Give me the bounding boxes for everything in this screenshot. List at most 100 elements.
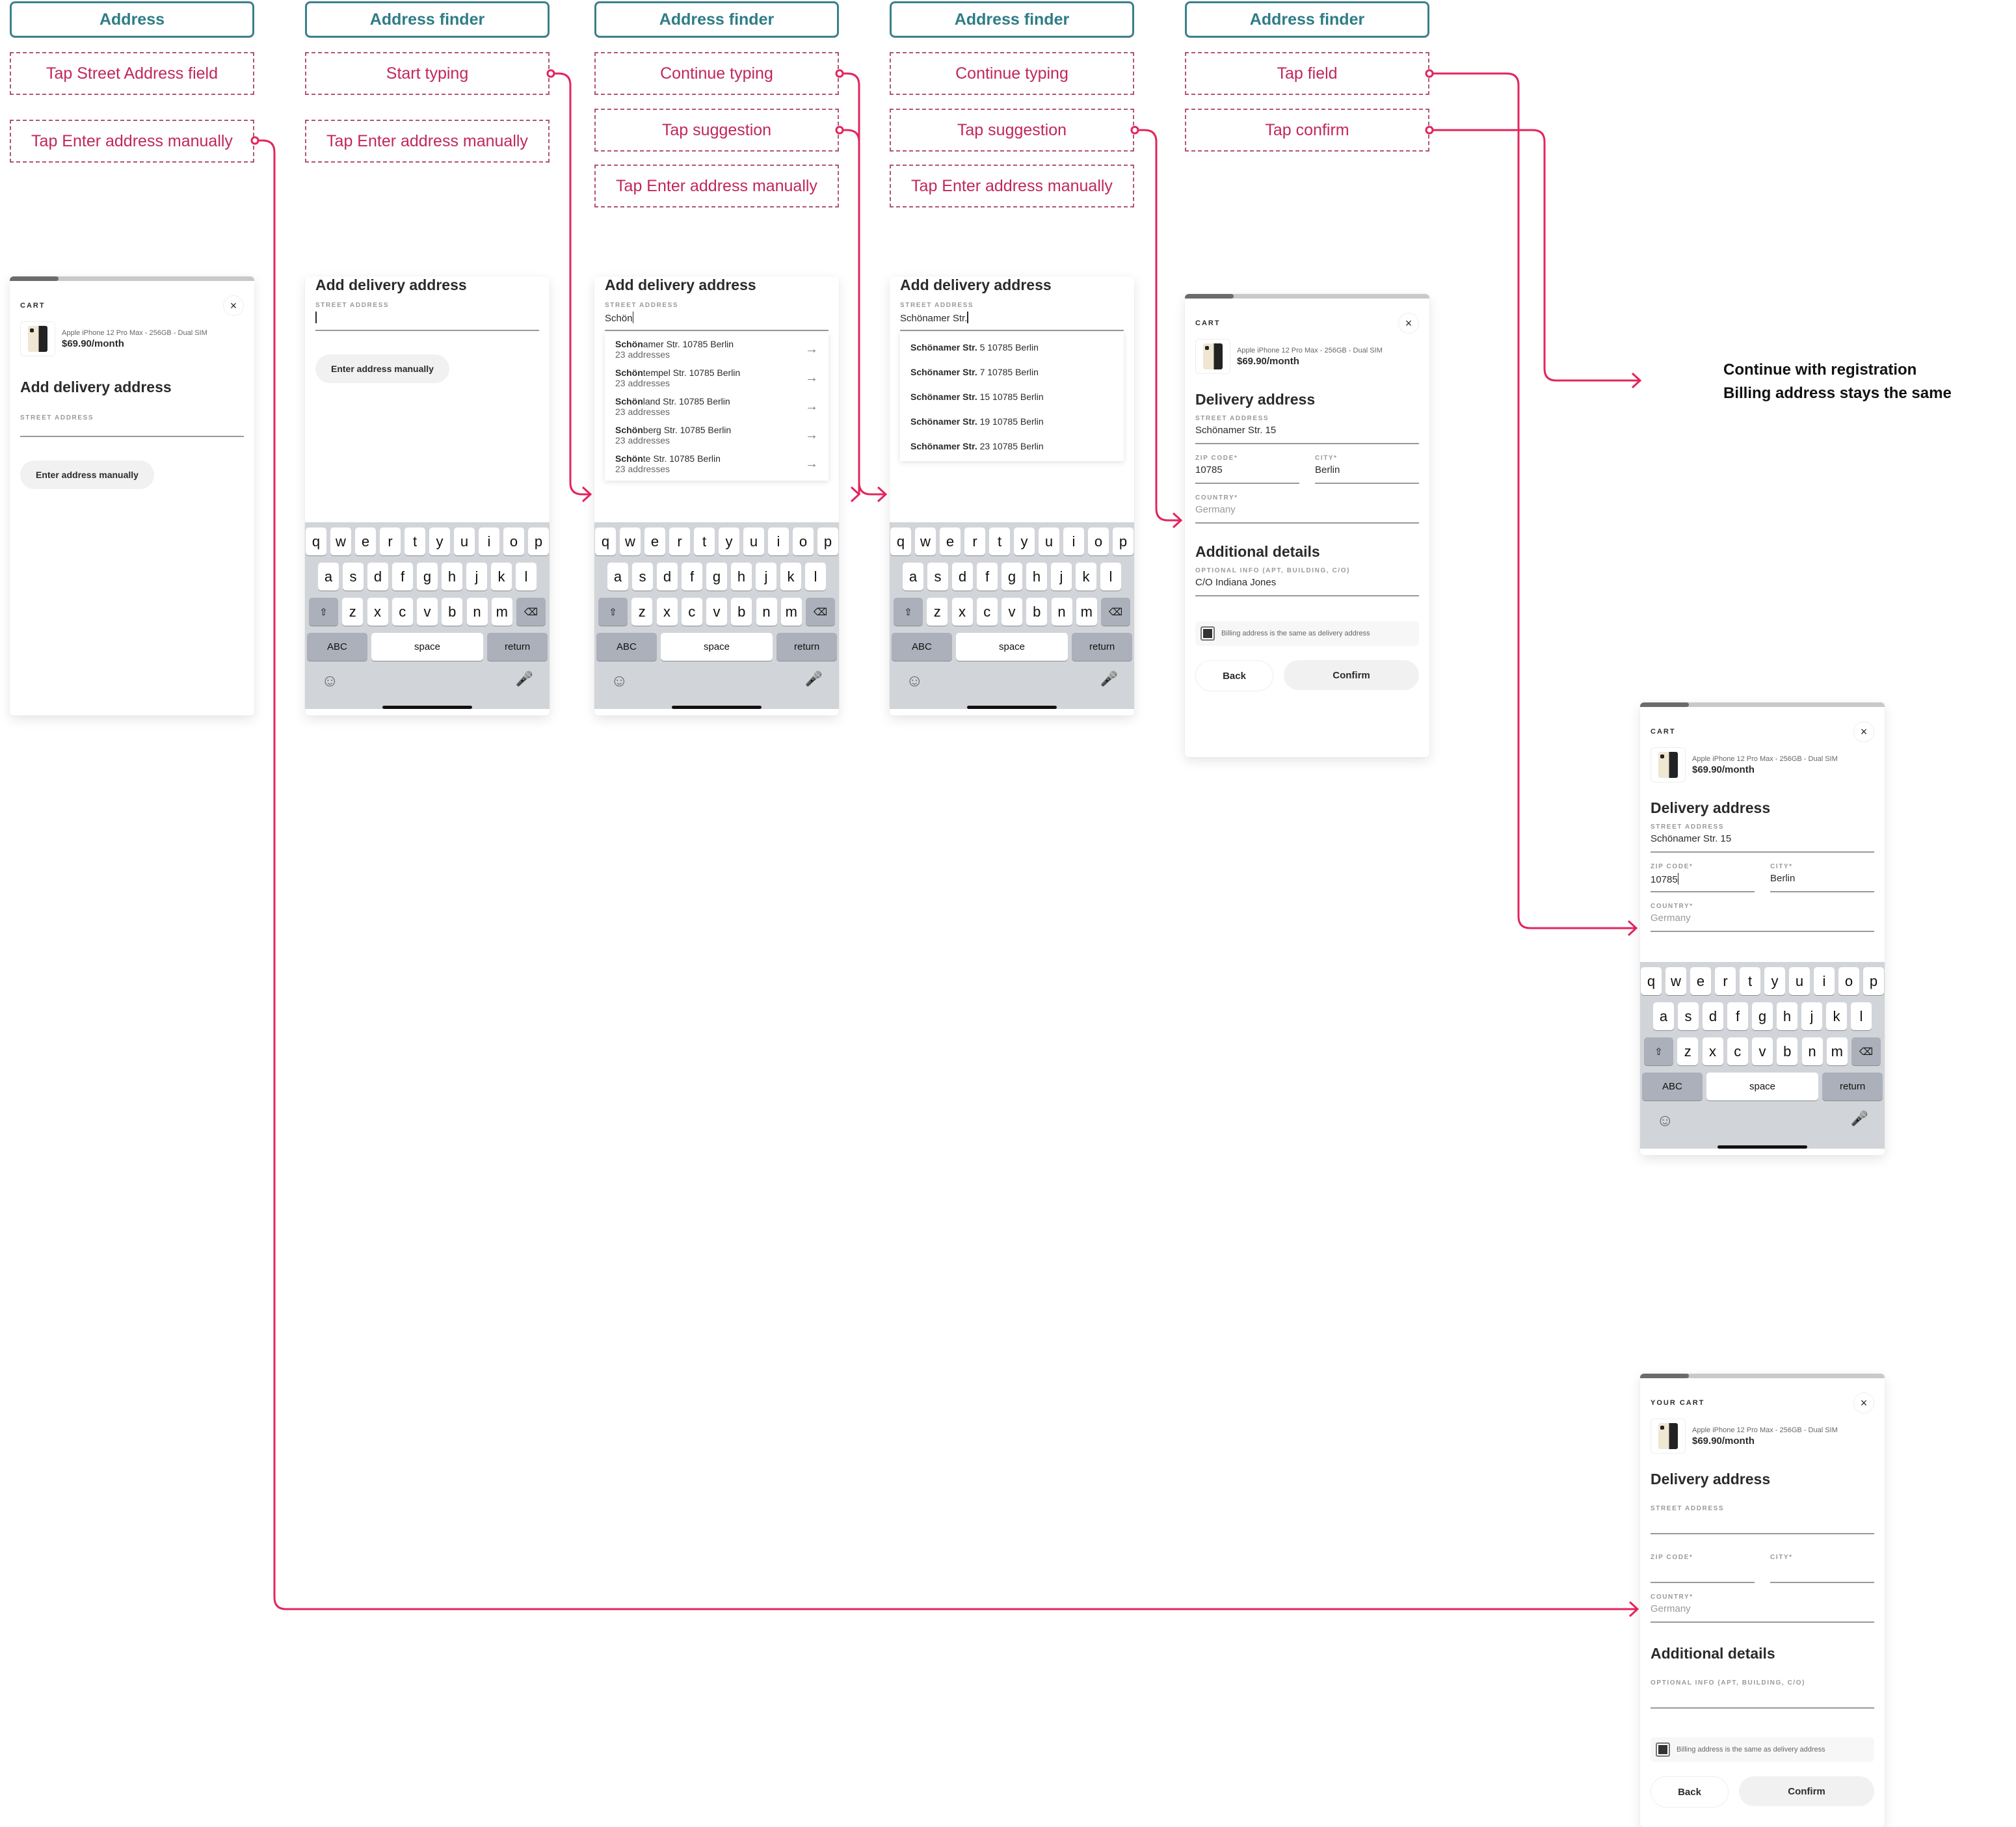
delete-icon[interactable]: ⌫	[1851, 1037, 1881, 1065]
optional-info-field[interactable]	[1651, 1687, 1874, 1709]
key-k[interactable]: k	[1076, 563, 1096, 591]
key-z[interactable]: z	[631, 598, 653, 626]
key-c[interactable]: c	[976, 598, 998, 626]
key-b[interactable]: b	[442, 598, 463, 626]
close-icon[interactable]: ×	[1853, 721, 1874, 742]
key-j[interactable]: j	[1801, 1002, 1822, 1030]
key-f[interactable]: f	[977, 563, 998, 591]
shift-icon[interactable]: ⇧	[598, 598, 628, 626]
key-d[interactable]: d	[367, 563, 388, 591]
key-r[interactable]: r	[669, 527, 690, 555]
key-l[interactable]: l	[1100, 563, 1121, 591]
abc-key[interactable]: ABC	[892, 633, 952, 661]
confirm-button[interactable]: Confirm	[1284, 660, 1419, 690]
back-button[interactable]: Back	[1195, 660, 1273, 691]
key-z[interactable]: z	[342, 598, 364, 626]
key-h[interactable]: h	[1026, 563, 1047, 591]
key-i[interactable]: i	[479, 527, 499, 555]
country-field[interactable]: Germany	[1651, 1601, 1874, 1623]
street-address-field[interactable]	[1651, 1512, 1874, 1534]
key-p[interactable]: p	[1113, 527, 1134, 555]
microphone-icon[interactable]: 🎤	[1100, 671, 1118, 687]
key-d[interactable]: d	[1703, 1002, 1723, 1030]
delete-icon[interactable]: ⌫	[806, 598, 835, 626]
key-r[interactable]: r	[1715, 967, 1736, 995]
key-a[interactable]: a	[1653, 1002, 1674, 1030]
key-n[interactable]: n	[1801, 1037, 1823, 1065]
key-r[interactable]: r	[380, 527, 401, 555]
zip-code-field[interactable]: 10785	[1195, 462, 1299, 484]
return-key[interactable]: return	[487, 633, 548, 661]
key-c[interactable]: c	[391, 598, 413, 626]
key-b[interactable]: b	[731, 598, 752, 626]
key-u[interactable]: u	[1789, 967, 1810, 995]
close-icon[interactable]: ×	[1853, 1393, 1874, 1413]
key-h[interactable]: h	[731, 563, 752, 591]
key-s[interactable]: s	[343, 563, 364, 591]
shift-icon[interactable]: ⇧	[894, 598, 923, 626]
key-p[interactable]: p	[528, 527, 549, 555]
return-key[interactable]: return	[776, 633, 837, 661]
return-key[interactable]: return	[1822, 1073, 1883, 1100]
street-address-field[interactable]: Schönamer Str. 15	[1651, 831, 1874, 853]
key-p[interactable]: p	[817, 527, 838, 555]
key-j[interactable]: j	[1051, 563, 1072, 591]
billing-checkbox[interactable]	[1656, 1742, 1670, 1757]
microphone-icon[interactable]: 🎤	[1851, 1110, 1868, 1127]
key-b[interactable]: b	[1777, 1037, 1798, 1065]
key-l[interactable]: l	[1851, 1002, 1872, 1030]
space-key[interactable]: space	[1706, 1073, 1819, 1100]
delete-icon[interactable]: ⌫	[1101, 598, 1130, 626]
key-c[interactable]: c	[1727, 1037, 1748, 1065]
city-field[interactable]: Berlin	[1770, 870, 1874, 892]
optional-info-field[interactable]: C/O Indiana Jones	[1195, 574, 1419, 596]
key-w[interactable]: w	[915, 527, 936, 555]
key-k[interactable]: k	[780, 563, 801, 591]
key-l[interactable]: l	[805, 563, 826, 591]
key-o[interactable]: o	[1838, 967, 1859, 995]
abc-key[interactable]: ABC	[307, 633, 367, 661]
close-icon[interactable]: ×	[1398, 313, 1419, 334]
key-e[interactable]: e	[940, 527, 961, 555]
delete-icon[interactable]: ⌫	[516, 598, 546, 626]
key-n[interactable]: n	[1051, 598, 1072, 626]
emoji-icon[interactable]: ☺	[321, 671, 339, 691]
key-a[interactable]: a	[318, 563, 339, 591]
key-x[interactable]: x	[1702, 1037, 1723, 1065]
key-h[interactable]: h	[442, 563, 462, 591]
street-address-field[interactable]	[20, 421, 244, 437]
key-x[interactable]: x	[367, 598, 388, 626]
country-field[interactable]: Germany	[1651, 910, 1874, 932]
key-v[interactable]: v	[706, 598, 727, 626]
key-q[interactable]: q	[595, 527, 616, 555]
key-i[interactable]: i	[1063, 527, 1084, 555]
city-field[interactable]	[1770, 1561, 1874, 1583]
key-t[interactable]: t	[405, 527, 425, 555]
suggestion-item[interactable]: Schönland Str. 10785 Berlin 23 addresses →	[605, 392, 829, 421]
space-key[interactable]: space	[371, 633, 484, 661]
key-r[interactable]: r	[964, 527, 985, 555]
abc-key[interactable]: ABC	[596, 633, 657, 661]
key-n[interactable]: n	[756, 598, 777, 626]
key-q[interactable]: q	[1641, 967, 1662, 995]
key-z[interactable]: z	[927, 598, 948, 626]
suggestion-item[interactable]: Schönberg Str. 10785 Berlin 23 addresses →	[605, 421, 829, 449]
key-g[interactable]: g	[1001, 563, 1022, 591]
key-t[interactable]: t	[989, 527, 1010, 555]
key-x[interactable]: x	[951, 598, 973, 626]
key-i[interactable]: i	[1814, 967, 1835, 995]
city-field[interactable]: Berlin	[1315, 462, 1419, 484]
key-j[interactable]: j	[466, 563, 487, 591]
zip-code-field[interactable]	[1651, 1561, 1755, 1583]
key-n[interactable]: n	[466, 598, 488, 626]
street-address-field[interactable]	[315, 309, 539, 331]
key-m[interactable]: m	[1826, 1037, 1848, 1065]
space-key[interactable]: space	[955, 633, 1068, 661]
key-g[interactable]: g	[706, 563, 727, 591]
suggestion-item[interactable]: Schönamer Str. 15 10785 Berlin	[900, 384, 1124, 409]
key-h[interactable]: h	[1777, 1002, 1797, 1030]
emoji-icon[interactable]: ☺	[611, 671, 628, 691]
key-v[interactable]: v	[1752, 1037, 1773, 1065]
country-field[interactable]: Germany	[1195, 501, 1419, 524]
back-button[interactable]: Back	[1651, 1776, 1729, 1807]
